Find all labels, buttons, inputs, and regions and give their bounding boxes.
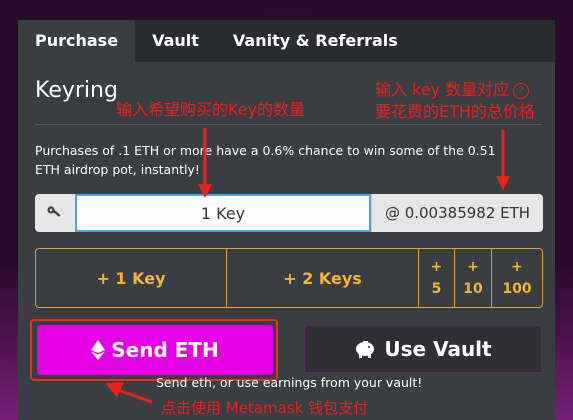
amount-label: 10 (463, 281, 483, 297)
amount-label: 100 (502, 281, 532, 297)
plus-label: + (430, 259, 443, 275)
add-100-keys-button[interactable]: + 100 (492, 249, 542, 307)
add-1-key-button[interactable]: + 1 Key (36, 249, 227, 307)
plus-label: + (467, 259, 479, 275)
add-2-keys-button[interactable]: + 2 Keys (227, 249, 419, 307)
plus-label: + (511, 259, 523, 275)
use-vault-button[interactable]: Use Vault (304, 325, 542, 373)
key-quantity-input[interactable] (75, 194, 371, 232)
annotation-price-line2: 要花费的ETH的总价格 (375, 102, 535, 121)
annotation-input-note: 输入希望购买的Key的数量 (116, 100, 306, 119)
piggy-bank-icon (356, 341, 375, 358)
quantity-button-group: + 1 Key + 2 Keys + 5 + 10 + 100 (35, 248, 543, 308)
divider (35, 124, 542, 125)
tab-vanity-referrals[interactable]: Vanity & Referrals (216, 20, 415, 62)
airdrop-description: Purchases of .1 ETH or more have a 0.6% … (35, 143, 496, 177)
annotation-price-line1: 输入 key 数量对应 (375, 80, 510, 99)
key-input-group: @ 0.00385982 ETH (35, 194, 543, 232)
help-icon: ? (513, 82, 530, 99)
keyring-title: Keyring (35, 78, 118, 103)
payment-hint: Send eth, or use earnings from your vaul… (156, 375, 423, 390)
send-eth-button[interactable]: Send ETH (37, 325, 273, 375)
ethereum-icon (91, 340, 106, 360)
add-5-keys-button[interactable]: + 5 (419, 249, 455, 307)
use-vault-label: Use Vault (384, 337, 492, 361)
annotation-send-note: 点击使用 Metamask 钱包支付 (161, 399, 369, 417)
amount-label: 5 (431, 281, 442, 297)
add-10-keys-button[interactable]: + 10 (455, 249, 492, 307)
key-icon (35, 194, 75, 232)
eth-price-display: @ 0.00385982 ETH (371, 194, 543, 232)
tab-vault[interactable]: Vault (135, 20, 216, 62)
tab-bar: Purchase Vault Vanity & Referrals (18, 20, 555, 62)
send-eth-label: Send ETH (111, 338, 219, 362)
tab-purchase[interactable]: Purchase (18, 20, 136, 62)
annotation-price-note: 输入 key 数量对应? 要花费的ETH的总价格 (375, 79, 535, 123)
